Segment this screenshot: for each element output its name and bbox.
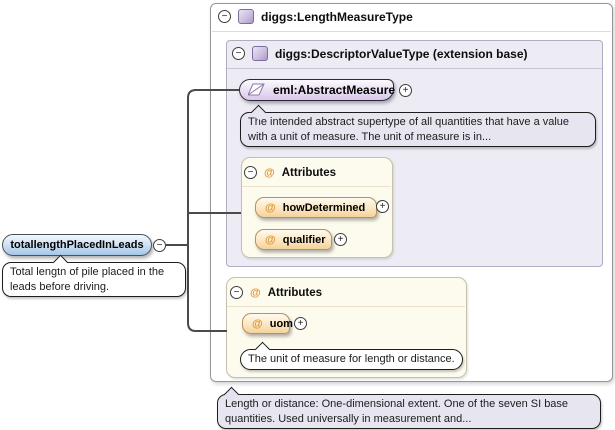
collapse-icon[interactable]: − [230, 286, 243, 299]
abstract-measure-tooltip: The intended abstract supertype of all q… [240, 112, 596, 147]
expand-icon[interactable]: + [334, 233, 347, 246]
separator [227, 306, 465, 307]
collapse-icon[interactable]: − [218, 10, 231, 23]
expand-icon[interactable]: + [294, 317, 307, 330]
root-element-label: totallengthPlacedInLeads [10, 239, 143, 251]
complex-type-icon [238, 9, 254, 24]
element-icon [248, 83, 266, 97]
uom-tooltip-text: The unit of measure for length or distan… [248, 353, 455, 365]
root-element-tooltip-text: Total length of pile placed in the leads… [10, 266, 164, 293]
attribute-at-icon: @ [264, 167, 275, 179]
separator [227, 68, 602, 69]
complex-type-icon [252, 46, 268, 61]
uom-tooltip: The unit of measure for length or distan… [240, 349, 463, 370]
collapse-icon[interactable]: − [244, 166, 257, 179]
attributes-2-title: Attributes [268, 287, 322, 299]
attribute-pill-uom[interactable]: @ uom [242, 313, 290, 334]
attribute-at-icon: @ [265, 234, 276, 246]
expand-icon[interactable]: + [399, 84, 412, 97]
attribute-at-icon: @ [265, 202, 276, 214]
attribute-pill-qualifier[interactable]: @ qualifier [255, 229, 332, 250]
collapse-icon[interactable]: − [232, 47, 245, 60]
attribute-at-icon: @ [250, 287, 261, 299]
expand-icon[interactable]: + [376, 200, 389, 213]
attribute-pill-howdetermined[interactable]: @ howDetermined [255, 197, 377, 218]
abstract-measure-pill[interactable]: eml:AbstractMeasure [239, 79, 394, 101]
root-element-tooltip: Total length of pile placed in the leads… [2, 262, 186, 297]
attributes-2-header: − @ Attributes [230, 285, 322, 300]
type-box-header: − diggs:LengthMeasureType [218, 9, 413, 24]
separator [242, 186, 391, 187]
type-box-title: diggs:LengthMeasureType [261, 10, 413, 24]
abstract-measure-label: eml:AbstractMeasure [273, 83, 395, 97]
type-tooltip-text: Length or distance: One-dimensional exte… [225, 398, 568, 425]
base-type-header: − diggs:DescriptorValueType (extension b… [232, 46, 528, 61]
type-tooltip: Length or distance: One-dimensional exte… [217, 394, 601, 429]
attributes-1-title: Attributes [282, 167, 336, 179]
schema-diagram: − diggs:LengthMeasureType − diggs:Descri… [0, 0, 615, 430]
root-element-pill[interactable]: totallengthPlacedInLeads [2, 234, 152, 256]
collapse-icon[interactable]: − [153, 239, 166, 252]
separator [212, 31, 611, 32]
abstract-measure-tooltip-text: The intended abstract supertype of all q… [248, 116, 569, 143]
base-type-title: diggs:DescriptorValueType (extension bas… [275, 47, 528, 61]
attribute-at-icon: @ [252, 318, 263, 330]
uom-label: uom [270, 318, 293, 330]
attributes-1-header: − @ Attributes [244, 165, 336, 180]
howdetermined-label: howDetermined [283, 202, 366, 214]
qualifier-label: qualifier [283, 234, 326, 246]
